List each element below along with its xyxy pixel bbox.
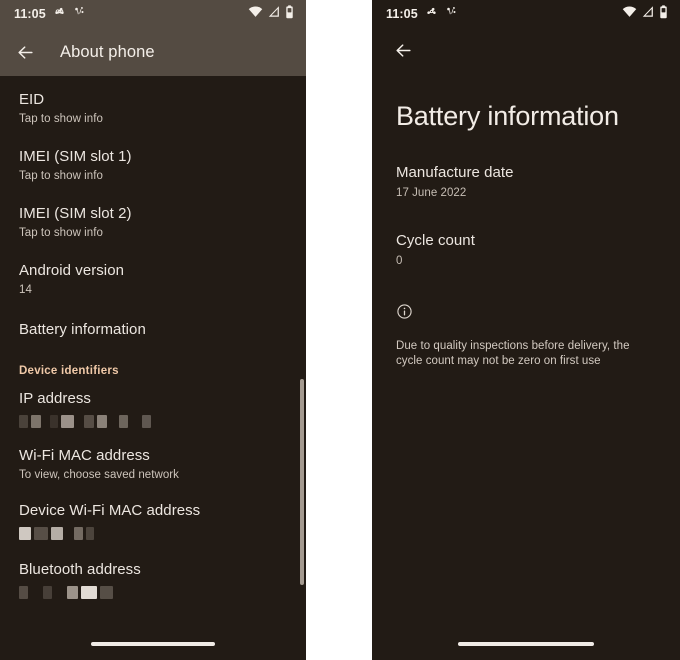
info-note: Due to quality inspections before delive… [396, 303, 658, 369]
phone-screenshot-right: 11:05 Battery information Manufacture da… [372, 0, 680, 660]
pinwheel-app-icon [53, 5, 66, 23]
connection-dots-app-icon [73, 5, 86, 23]
info-circle-icon [396, 304, 413, 324]
status-clock: 11:05 [386, 7, 418, 21]
settings-list[interactable]: EID Tap to show info IMEI (SIM slot 1) T… [0, 76, 306, 660]
list-item-device-wifi-mac-address[interactable]: Device Wi-Fi MAC address [0, 493, 306, 548]
info-note-text: Due to quality inspections before delive… [396, 340, 630, 367]
status-bar-right: 11:05 [372, 0, 680, 28]
list-item-battery-information[interactable]: Battery information [0, 308, 306, 351]
connection-dots-app-icon [445, 5, 458, 23]
field-cycle-count: Cycle count 0 [396, 231, 658, 269]
list-item-subtitle: To view, choose saved network [19, 469, 179, 481]
list-item-subtitle: 14 [19, 284, 32, 296]
list-item-title: Android version [19, 262, 124, 279]
wifi-icon [248, 5, 263, 23]
list-item-android-version[interactable]: Android version 14 [0, 251, 306, 308]
list-item-title: IMEI (SIM slot 2) [19, 205, 132, 222]
field-manufacture-date: Manufacture date 17 June 2022 [396, 163, 658, 201]
back-button[interactable] [390, 37, 416, 63]
list-item-bluetooth-address[interactable]: Bluetooth address [0, 548, 306, 607]
list-item-subtitle: Tap to show info [19, 113, 103, 125]
home-indicator[interactable] [91, 642, 215, 646]
back-arrow-icon [395, 43, 411, 57]
list-item-eid[interactable]: EID Tap to show info [0, 80, 306, 137]
status-bar-right-group [248, 4, 294, 24]
status-bar-right-group [622, 4, 668, 24]
field-value: 0 [396, 255, 403, 267]
list-item-subtitle: Tap to show info [19, 170, 103, 182]
list-item-ip-address[interactable]: IP address [0, 383, 306, 436]
status-clock: 11:05 [14, 7, 46, 21]
back-arrow-icon [17, 45, 33, 59]
list-item-subtitle: Tap to show info [19, 227, 103, 239]
cellular-signal-icon [267, 5, 281, 23]
redacted-value-ip-address [19, 414, 288, 428]
wifi-icon [622, 5, 637, 23]
field-value: 17 June 2022 [396, 187, 467, 199]
list-item-title: Bluetooth address [19, 561, 141, 578]
list-item-title: Device Wi-Fi MAC address [19, 502, 201, 519]
cellular-signal-icon [641, 5, 655, 23]
list-item-imei-sim-slot-1[interactable]: IMEI (SIM slot 1) Tap to show info [0, 137, 306, 194]
back-button[interactable] [12, 39, 38, 65]
list-item-title: Battery information [19, 321, 146, 338]
pinwheel-app-icon [425, 5, 438, 23]
list-item-title: IMEI (SIM slot 1) [19, 148, 132, 165]
list-item-title: Wi-Fi MAC address [19, 447, 150, 464]
app-bar: About phone [0, 28, 306, 76]
list-item-wifi-mac-address[interactable]: Wi-Fi MAC address To view, choose saved … [0, 436, 306, 493]
home-indicator[interactable] [458, 642, 594, 646]
field-label: Cycle count [396, 232, 475, 249]
list-item-title: EID [19, 91, 45, 108]
battery-information-body: Battery information Manufacture date 17 … [372, 100, 680, 369]
top-bar [372, 28, 680, 72]
status-bar-left-group: 11:05 [386, 5, 458, 23]
battery-icon [285, 4, 294, 24]
list-item-title: IP address [19, 390, 91, 407]
battery-icon [659, 4, 668, 24]
status-bar-left-group: 11:05 [14, 5, 86, 23]
field-label: Manufacture date [396, 164, 514, 181]
phone-screenshot-left: 11:05 About phone EID Tap to show info I… [0, 0, 306, 660]
redacted-value-bluetooth-address [19, 585, 288, 599]
list-item-imei-sim-slot-2[interactable]: IMEI (SIM slot 2) Tap to show info [0, 194, 306, 251]
page-title: About phone [60, 42, 155, 61]
page-title: Battery information [396, 101, 619, 131]
redacted-value-device-wifi-mac [19, 526, 288, 540]
section-header-device-identifiers: Device identifiers [19, 365, 119, 377]
status-bar-left: 11:05 [0, 0, 306, 28]
vertical-scrollbar-thumb[interactable] [300, 379, 304, 585]
